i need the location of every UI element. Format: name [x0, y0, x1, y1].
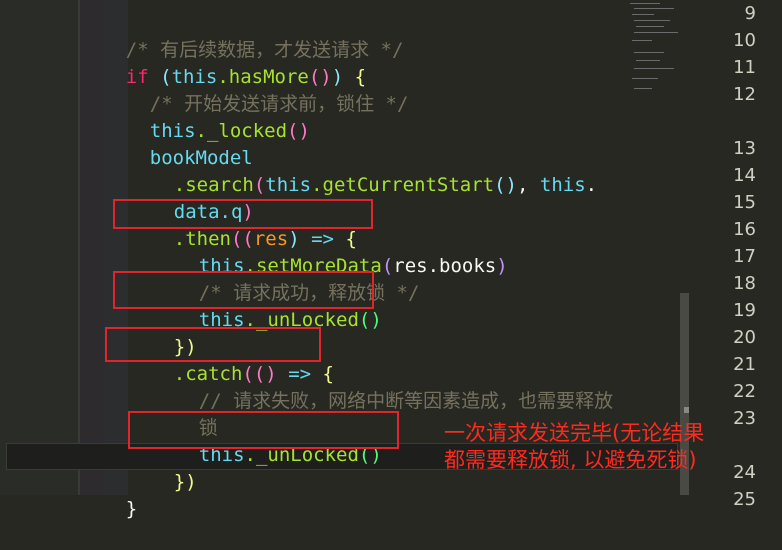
- minimap-line: [632, 78, 658, 79]
- line-number: 17: [733, 246, 756, 267]
- paren: (: [253, 174, 266, 196]
- minimap-line: [636, 60, 660, 61]
- code-editor[interactable]: /* 有后续数据，才发送请求 */ if (this.hasMore()) { …: [0, 0, 782, 520]
- code-line: }: [80, 469, 137, 520]
- line-number: 9: [744, 3, 756, 24]
- unlocked-highlight-box: [128, 411, 399, 449]
- paren: (): [494, 174, 517, 196]
- line-number: 14: [733, 165, 756, 186]
- minimap-line: [632, 40, 652, 41]
- this-keyword: this: [539, 174, 586, 196]
- paren: ): [496, 255, 508, 277]
- minimap-line: [634, 8, 674, 9]
- minimap-line: [634, 68, 674, 69]
- line-number: 24: [733, 462, 756, 483]
- minimap-line: [634, 20, 670, 21]
- code-line: this.setMoreData(res.books): [153, 226, 508, 277]
- code-line: // 请求失败，网络中断等因素造成，也需要释放: [153, 361, 613, 412]
- comma: ,: [516, 174, 529, 196]
- code-line: this._locked(): [104, 91, 310, 142]
- closing-bracket: }): [173, 471, 197, 493]
- line-number: 13: [733, 138, 756, 159]
- scrollbar-marker: [684, 407, 689, 413]
- minimap-line: [634, 32, 678, 33]
- code-line: .search(this.getCurrentStart(), this.: [128, 145, 597, 196]
- catch-highlight-box: [105, 327, 321, 362]
- line-number: 15: [733, 192, 756, 213]
- line-number: 21: [733, 354, 756, 375]
- minimap-line: [632, 14, 654, 15]
- annotation-line-1: 一次请求发送完毕(无论结果: [444, 421, 705, 445]
- comment: // 请求失败，网络中断等因素造成，也需要释放: [198, 390, 614, 412]
- then-highlight-box: [113, 199, 373, 229]
- code-line: /* 开始发送请求前，锁住 */: [104, 64, 409, 115]
- paren: (): [358, 309, 382, 331]
- code-line: bookModel: [104, 118, 253, 169]
- line-number: 10: [733, 30, 756, 51]
- line-number: 22: [733, 381, 756, 402]
- dot: .: [585, 174, 598, 196]
- line-number: 20: [733, 327, 756, 348]
- line-number: 25: [733, 489, 756, 510]
- minimap[interactable]: [628, 0, 688, 100]
- line-number: 18: [733, 273, 756, 294]
- code-line: if (this.hasMore()) {: [80, 37, 366, 88]
- method-name: .getCurrentStart: [311, 174, 495, 196]
- closing-brace: }: [125, 498, 138, 520]
- unlocked-highlight-box: [113, 271, 374, 309]
- minimap-line: [634, 88, 652, 89]
- line-number: 19: [733, 300, 756, 321]
- paren: (): [287, 120, 310, 142]
- line-number: 16: [733, 219, 756, 240]
- annotation-line-2: 都需要释放锁, 以避免死锁): [444, 448, 697, 472]
- this-keyword: this: [265, 174, 312, 196]
- line-number: 23: [733, 408, 756, 429]
- code-line: data.q): [128, 172, 254, 223]
- code-line: /* 有后续数据，才发送请求 */: [80, 10, 404, 61]
- line-number: 12: [733, 84, 756, 105]
- indent-guide: [0, 0, 78, 495]
- minimap-line: [634, 52, 664, 53]
- line-number: 11: [733, 57, 756, 78]
- minimap-line: [636, 26, 664, 27]
- minimap-line: [630, 3, 660, 4]
